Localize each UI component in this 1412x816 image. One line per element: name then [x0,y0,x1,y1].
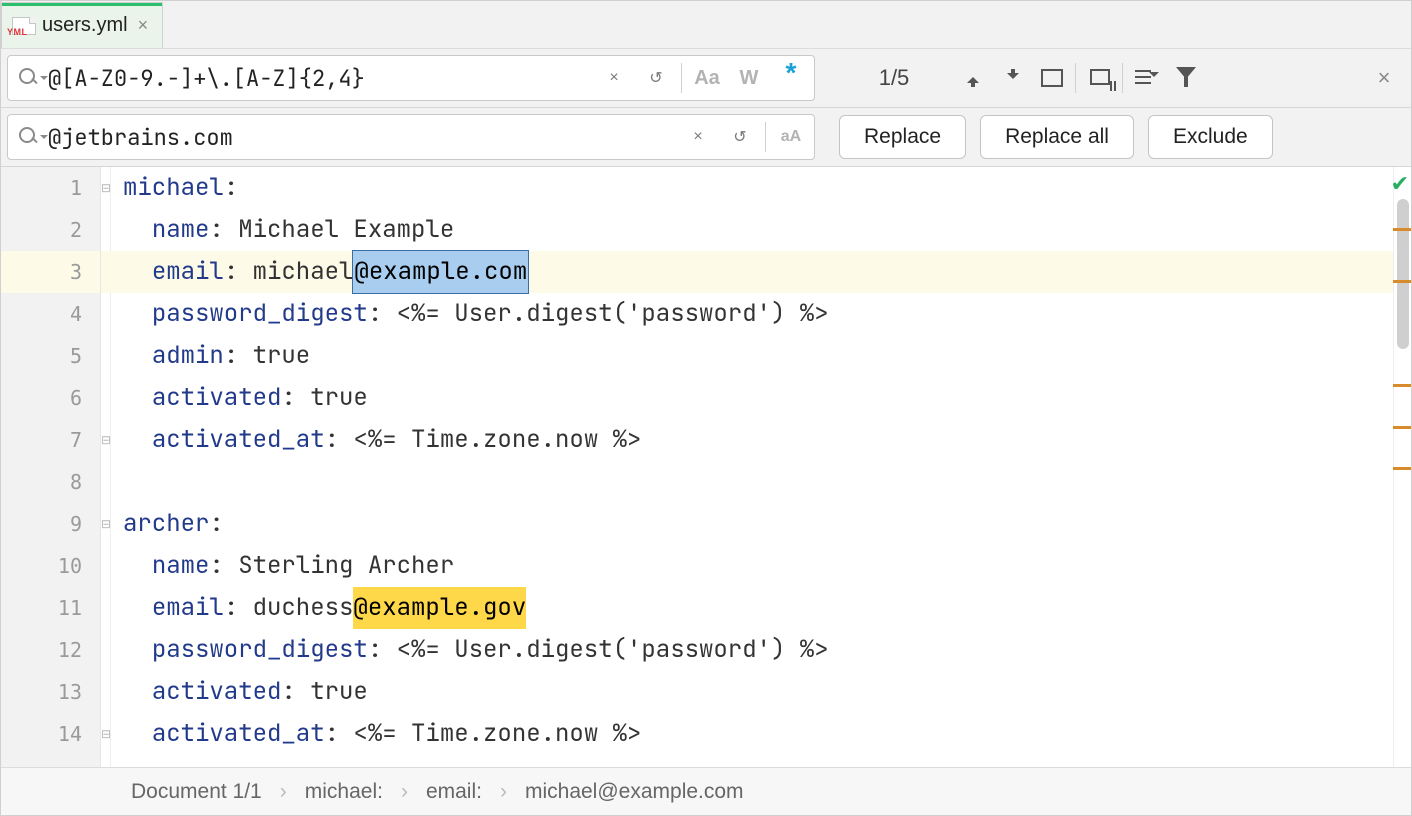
regex-toggle[interactable]: * [774,56,808,90]
editor-window: YML users.yml × × ↺ Aa W * 1/5 × [0,0,1412,816]
breadcrumb-document[interactable]: Document 1/1 [131,780,262,804]
fold-toggle [101,545,111,587]
match-marker[interactable] [1393,384,1411,387]
match-case-toggle[interactable]: Aa [690,61,724,95]
fold-toggle [101,209,111,251]
replace-input[interactable] [48,123,673,152]
match-marker[interactable] [1393,426,1411,429]
fold-column: ⊟ ⊟ ⊟ ⊟ [101,167,111,767]
prev-match-button[interactable] [955,61,989,95]
line-number: 8 [1,461,100,503]
code-line[interactable]: email: michael@example.com [111,251,1411,293]
file-tab-title: users.yml [42,14,128,37]
code-line[interactable]: activated_at: <%= Time.zone.now %> [111,419,1411,461]
chevron-right-icon: › [401,780,408,804]
replace-icon[interactable] [18,126,40,148]
code-line[interactable] [111,461,1411,503]
fold-toggle [101,377,111,419]
next-match-button[interactable] [995,61,1029,95]
fold-toggle[interactable]: ⊟ [101,167,111,209]
code-line[interactable]: password_digest: <%= User.digest('passwo… [111,293,1411,335]
fold-toggle[interactable]: ⊟ [101,713,111,755]
search-input[interactable] [48,64,589,93]
code-editor[interactable]: 1234567891011121314 ⊟⊟⊟⊟ michael: name: … [1,167,1411,767]
line-number: 10 [1,545,100,587]
line-number: 7 [1,419,100,461]
code-line[interactable]: activated_at: <%= Time.zone.now %> [111,713,1411,755]
code-line[interactable]: activated: true [111,377,1411,419]
yaml-file-icon: YML [12,17,36,35]
match-marker[interactable] [1393,467,1411,470]
breadcrumb-item[interactable]: michael: [305,780,383,804]
chevron-right-icon: › [280,780,287,804]
line-number: 14 [1,713,100,755]
line-number: 1 [1,167,100,209]
replace-button[interactable]: Replace [839,115,966,159]
search-history-icon[interactable]: ↺ [639,61,673,95]
line-number: 12 [1,629,100,671]
tab-bar: YML users.yml × [1,1,1411,49]
search-options-icon[interactable] [1129,61,1163,95]
match-marker[interactable] [1393,228,1411,231]
select-all-occurrences-icon[interactable] [1082,61,1116,95]
line-number: 2 [1,209,100,251]
line-number: 4 [1,293,100,335]
match-counter: 1/5 [839,65,949,91]
open-in-window-icon[interactable] [1035,61,1069,95]
clear-search-icon[interactable]: × [597,61,631,95]
code-line[interactable]: name: Michael Example [111,209,1411,251]
fold-toggle [101,671,111,713]
code-line[interactable]: email: duchess@example.gov [111,587,1411,629]
search-icon[interactable] [18,67,40,89]
match-marker[interactable] [1393,280,1411,283]
other-match: @example.gov [353,587,526,629]
fold-toggle[interactable]: ⊟ [101,503,111,545]
code-area[interactable]: michael: name: Michael Example email: mi… [111,167,1411,767]
whole-word-toggle[interactable]: W [732,61,766,95]
line-number: 11 [1,587,100,629]
code-line[interactable]: activated: true [111,671,1411,713]
chevron-right-icon: › [500,780,507,804]
filter-icon[interactable] [1169,61,1203,95]
close-tab-icon[interactable]: × [134,15,153,36]
fold-toggle [101,461,111,503]
fold-toggle [101,629,111,671]
scrollbar-track[interactable]: ✔ [1393,167,1411,767]
line-number: 5 [1,335,100,377]
code-line[interactable]: michael: [111,167,1411,209]
replace-all-button[interactable]: Replace all [980,115,1134,159]
replace-input-wrap: × ↺ aA [7,114,815,160]
line-number: 3 [1,251,100,293]
fold-toggle[interactable]: ⊟ [101,419,111,461]
search-input-wrap: × ↺ Aa W * [7,55,815,101]
fold-toggle [101,251,111,293]
current-match: @example.com [353,251,528,293]
clear-replace-icon[interactable]: × [681,120,715,154]
preserve-case-toggle[interactable]: aA [774,120,808,154]
breadcrumb-bar: Document 1/1 › michael: › email: › micha… [1,767,1411,815]
breadcrumb-item[interactable]: michael@example.com [525,780,744,804]
scrollbar-thumb[interactable] [1397,199,1409,349]
line-number: 6 [1,377,100,419]
fold-toggle [101,293,111,335]
replace-bar: × ↺ aA Replace Replace all Exclude [1,108,1411,167]
close-search-icon[interactable]: × [1367,61,1401,95]
fold-toggle [101,587,111,629]
code-line[interactable]: name: Sterling Archer [111,545,1411,587]
file-tab[interactable]: YML users.yml × [1,2,163,48]
fold-toggle [101,335,111,377]
code-line[interactable]: password_digest: <%= User.digest('passwo… [111,629,1411,671]
line-number-gutter: 1234567891011121314 [1,167,101,767]
code-line[interactable]: admin: true [111,335,1411,377]
code-line[interactable]: archer: [111,503,1411,545]
search-bar: × ↺ Aa W * 1/5 × [1,49,1411,108]
line-number: 13 [1,671,100,713]
inspection-ok-icon: ✔ [1391,171,1409,197]
breadcrumb-item[interactable]: email: [426,780,482,804]
exclude-button[interactable]: Exclude [1148,115,1273,159]
replace-history-icon[interactable]: ↺ [723,120,757,154]
line-number: 9 [1,503,100,545]
